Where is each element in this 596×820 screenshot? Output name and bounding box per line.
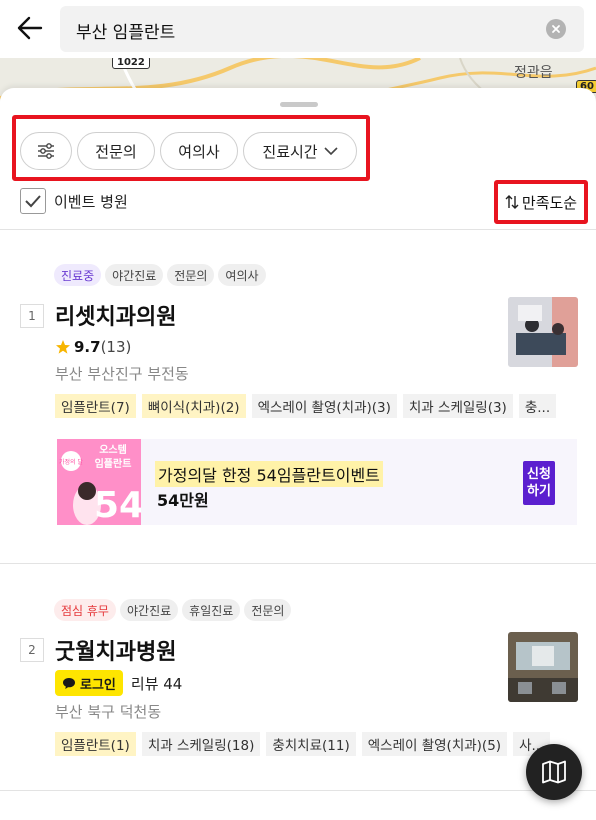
search-query: 부산 임플란트 [76, 23, 176, 43]
review-count: 리뷰 44 [130, 674, 183, 693]
rating: 9.7 (13) [55, 338, 131, 356]
status-tag-open: 진료중 [54, 264, 102, 286]
event-image-text-3: 54 [94, 485, 141, 525]
event-image-text-1: 오스템 [99, 444, 127, 456]
sort-button[interactable]: 만족도순 [494, 180, 588, 224]
event-banner-wrap: 가정의 달 오스템 임플란트 54 가정의달 한정 54임플란트이벤트 54만원… [0, 439, 596, 525]
top-bar: 부산 임플란트 [0, 0, 596, 58]
close-icon [552, 25, 560, 33]
rank-badge: 1 [20, 304, 44, 328]
filter-chip-specialist[interactable]: 전문의 [77, 132, 155, 170]
clear-search-button[interactable] [546, 19, 566, 39]
filter-chip-label: 진료시간 [262, 142, 318, 161]
rank-badge: 2 [20, 638, 44, 662]
keyword-row: 임플란트(7) 뼈이식(치과)(2) 엑스레이 촬영(치과)(3) 치과 스케일… [55, 394, 582, 418]
status-tag: 야간진료 [105, 264, 164, 286]
apply-label-line-1: 신청 [527, 467, 551, 482]
filter-chip-female-doctor[interactable]: 여의사 [160, 132, 238, 170]
event-price: 54만원 [157, 491, 209, 510]
checkbox-box[interactable] [20, 188, 46, 214]
event-banner[interactable]: 가정의 달 오스템 임플란트 54 가정의달 한정 54임플란트이벤트 54만원… [57, 439, 577, 525]
map-view-button[interactable] [526, 744, 582, 800]
star-icon [56, 340, 70, 354]
apply-button-label: 신청 하기 [527, 466, 551, 500]
speech-bubble-icon [63, 677, 75, 689]
apply-label-line-2: 하기 [527, 484, 551, 499]
divider [0, 790, 596, 791]
hospital-name[interactable]: 리셋치과의원 [55, 299, 176, 331]
divider [0, 563, 596, 564]
rating-value: 9.7 [74, 338, 101, 356]
login-label: 로그인 [80, 677, 116, 693]
keyword-tag: 뼈이식(치과)(2) [141, 394, 246, 418]
arrow-left-icon [17, 16, 43, 40]
hospital-address: 부산 북구 덕천동 [55, 703, 162, 721]
event-image-badge: 가정의 달 [59, 458, 83, 466]
hospital-name[interactable]: 굿월치과병원 [55, 634, 176, 666]
hospital-thumbnail[interactable] [508, 297, 578, 367]
filter-chip-label: 여의사 [178, 142, 220, 161]
search-input[interactable]: 부산 임플란트 [60, 6, 584, 52]
hospital-thumbnail[interactable] [508, 632, 578, 702]
apply-button[interactable]: 신청 하기 [523, 461, 555, 505]
event-hospital-checkbox[interactable]: 이벤트 병원 [20, 188, 128, 214]
road-number-sign: 1022 [112, 58, 150, 69]
sort-arrows-icon [505, 195, 519, 209]
review-row: 로그인 리뷰 44 [55, 670, 182, 696]
clinic-photo [508, 632, 578, 702]
sliders-icon [38, 143, 54, 159]
event-hospital-label: 이벤트 병원 [54, 192, 128, 211]
event-image: 가정의 달 오스템 임플란트 54 [57, 439, 141, 525]
keyword-row: 임플란트(1) 치과 스케일링(18) 충치치료(11) 엑스레이 촬영(치과)… [55, 732, 582, 756]
keyword-tag: 임플란트(1) [55, 732, 136, 756]
status-tag: 야간진료 [119, 599, 179, 621]
status-tag: 여의사 [218, 264, 266, 286]
filter-chip-hours[interactable]: 진료시간 [243, 132, 357, 170]
chevron-down-icon [324, 146, 338, 155]
filter-settings-button[interactable] [20, 132, 72, 170]
map-icon [542, 760, 566, 784]
kakao-login-button[interactable]: 로그인 [55, 670, 123, 696]
sort-label: 만족도순 [521, 193, 578, 212]
status-tag: 휴일진료 [182, 599, 241, 621]
back-button[interactable] [12, 10, 48, 46]
filter-bar: 전문의 여의사 진료시간 [12, 115, 370, 181]
divider [0, 229, 596, 230]
status-tag: 전문의 [167, 264, 215, 286]
filter-chip-label: 전문의 [95, 142, 137, 161]
status-tag: 전문의 [244, 599, 292, 621]
event-image-text-2: 임플란트 [95, 457, 132, 470]
status-tag-lunch-break: 점심 휴무 [54, 599, 116, 621]
keyword-tag: 치과 스케일링(3) [402, 394, 513, 418]
keyword-tag: 충치치료(11) [266, 732, 356, 756]
map-place-label: 정관읍 [514, 65, 553, 81]
keyword-tag: 엑스레이 촬영(치과)(5) [361, 732, 508, 756]
keyword-tag: 충... [518, 394, 557, 418]
status-tags: 점심 휴무 야간진료 휴일진료 전문의 [54, 599, 292, 621]
keyword-tag: 임플란트(7) [55, 394, 136, 418]
event-title: 가정의달 한정 54임플란트이벤트 [155, 461, 383, 487]
hospital-address: 부산 부산진구 부전동 [55, 365, 189, 383]
status-tags: 진료중 야간진료 전문의 여의사 [54, 264, 266, 286]
event-promo-image: 가정의 달 오스템 임플란트 54 [57, 439, 141, 525]
checkmark-icon [25, 195, 41, 208]
clinic-photo [508, 297, 578, 367]
keyword-tag: 엑스레이 촬영(치과)(3) [251, 394, 397, 418]
sheet-drag-handle[interactable] [280, 102, 318, 107]
rating-count: (13) [100, 338, 132, 356]
keyword-tag: 치과 스케일링(18) [141, 732, 261, 756]
